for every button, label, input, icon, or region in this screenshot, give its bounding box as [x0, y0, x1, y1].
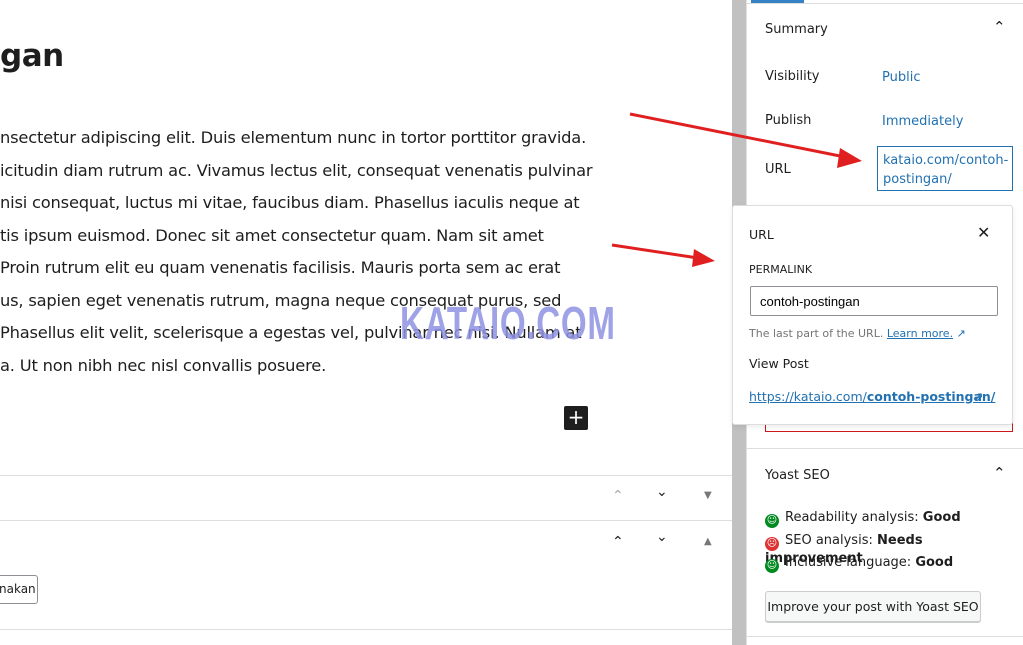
arrow-head	[837, 148, 862, 168]
annotation-arrows	[611, 112, 862, 267]
arrow-line	[629, 112, 846, 159]
arrow-line	[611, 243, 699, 260]
arrow-head	[692, 249, 715, 267]
